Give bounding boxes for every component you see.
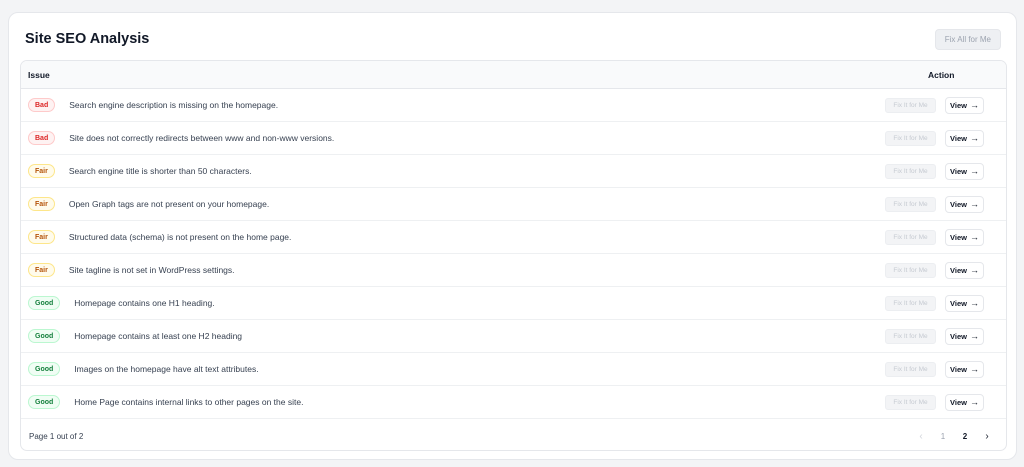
view-label: View: [950, 134, 967, 143]
issue-text: Open Graph tags are not present on your …: [68, 199, 270, 209]
view-label: View: [950, 332, 967, 341]
card-header: Site SEO Analysis Fix All for Me: [9, 13, 1016, 59]
fix-all-button[interactable]: Fix All for Me: [934, 28, 1001, 50]
fix-it-button[interactable]: Fix It for Me: [885, 395, 936, 410]
chevron-right-icon[interactable]: ›: [976, 426, 998, 448]
pagination-info: Page 1 out of 2: [29, 432, 84, 441]
view-button[interactable]: View →: [945, 361, 984, 378]
arrow-right-icon: →: [969, 166, 979, 176]
arrow-right-icon: →: [969, 298, 979, 308]
fix-it-button[interactable]: Fix It for Me: [885, 164, 936, 179]
issue-text: Site tagline is not set in WordPress set…: [68, 265, 235, 275]
arrow-right-icon: →: [969, 133, 979, 143]
column-header-issue: Issue: [28, 69, 50, 80]
fix-it-button[interactable]: Fix It for Me: [885, 98, 936, 113]
pagination: ‹ 1 2 ›: [910, 426, 998, 448]
table-row: Fair Site tagline is not set in WordPress…: [21, 254, 1006, 287]
view-button[interactable]: View →: [945, 97, 984, 114]
issue-text: Home Page contains internal links to oth…: [74, 397, 304, 407]
issue-text: Images on the homepage have alt text att…: [74, 364, 259, 374]
fix-it-button[interactable]: Fix It for Me: [885, 197, 936, 212]
status-badge: Bad: [28, 98, 56, 112]
fix-it-button[interactable]: Fix It for Me: [885, 131, 936, 146]
fix-it-button[interactable]: Fix It for Me: [885, 296, 936, 311]
view-button[interactable]: View →: [945, 394, 984, 411]
status-badge: Good: [28, 362, 61, 376]
table-footer: Page 1 out of 2 ‹ 1 2 ›: [21, 419, 1006, 450]
issue-text: Search engine description is missing on …: [69, 100, 279, 110]
arrow-right-icon: →: [969, 331, 979, 341]
view-label: View: [950, 101, 967, 110]
view-label: View: [950, 398, 967, 407]
issue-text: Homepage contains at least one H2 headin…: [74, 331, 243, 341]
view-label: View: [950, 299, 967, 308]
view-button[interactable]: View →: [945, 196, 984, 213]
column-header-action: Action: [928, 69, 955, 80]
view-button[interactable]: View →: [945, 262, 984, 279]
status-badge: Good: [28, 329, 61, 343]
arrow-right-icon: →: [969, 100, 979, 110]
table-row: Bad Site does not correctly redirects bet…: [21, 122, 1006, 155]
table-row: Bad Search engine description is missing …: [21, 89, 1006, 122]
view-label: View: [950, 167, 967, 176]
arrow-right-icon: →: [969, 232, 979, 242]
arrow-right-icon: →: [969, 265, 979, 275]
table-row: Fair Search engine title is shorter than …: [21, 155, 1006, 188]
table-row: Good Homepage contains one H1 heading. Fix…: [21, 287, 1006, 320]
table-row: Fair Open Graph tags are not present on y…: [21, 188, 1006, 221]
arrow-right-icon: →: [969, 397, 979, 407]
fix-it-button[interactable]: Fix It for Me: [885, 263, 936, 278]
seo-analysis-card: Site SEO Analysis Fix All for Me Issue A…: [8, 12, 1017, 460]
page-button-1[interactable]: 1: [932, 426, 954, 448]
view-button[interactable]: View →: [945, 328, 984, 345]
status-badge: Fair: [28, 197, 55, 211]
table-header: Issue Action: [21, 61, 1006, 89]
fix-it-button[interactable]: Fix It for Me: [885, 329, 936, 344]
chevron-left-icon[interactable]: ‹: [910, 426, 932, 448]
issue-text: Site does not correctly redirects betwee…: [69, 133, 335, 143]
view-label: View: [950, 266, 967, 275]
table-row: Good Homepage contains at least one H2 he…: [21, 320, 1006, 353]
view-button[interactable]: View →: [945, 163, 984, 180]
view-button[interactable]: View →: [945, 229, 984, 246]
arrow-right-icon: →: [969, 199, 979, 209]
status-badge: Good: [28, 395, 61, 409]
view-label: View: [950, 365, 967, 374]
issue-text: Structured data (schema) is not present …: [68, 232, 292, 242]
status-badge: Fair: [28, 263, 55, 277]
issue-text: Homepage contains one H1 heading.: [74, 298, 215, 308]
table-row: Fair Structured data (schema) is not pres…: [21, 221, 1006, 254]
status-badge: Good: [28, 296, 61, 310]
table-row: Good Images on the homepage have alt text…: [21, 353, 1006, 386]
issue-text: Search engine title is shorter than 50 c…: [68, 166, 252, 176]
table-body: Bad Search engine description is missing …: [21, 89, 1006, 419]
view-label: View: [950, 200, 967, 209]
page-button-2[interactable]: 2: [954, 426, 976, 448]
table-row: Good Home Page contains internal links to…: [21, 386, 1006, 419]
issues-table: Issue Action Bad Search engine descriptio…: [20, 60, 1007, 451]
fix-it-button[interactable]: Fix It for Me: [885, 230, 936, 245]
status-badge: Bad: [28, 131, 56, 145]
fix-it-button[interactable]: Fix It for Me: [885, 362, 936, 377]
view-button[interactable]: View →: [945, 295, 984, 312]
view-button[interactable]: View →: [945, 130, 984, 147]
status-badge: Fair: [28, 164, 55, 178]
view-label: View: [950, 233, 967, 242]
status-badge: Fair: [28, 230, 55, 244]
arrow-right-icon: →: [969, 364, 979, 374]
page-title: Site SEO Analysis: [25, 31, 150, 47]
